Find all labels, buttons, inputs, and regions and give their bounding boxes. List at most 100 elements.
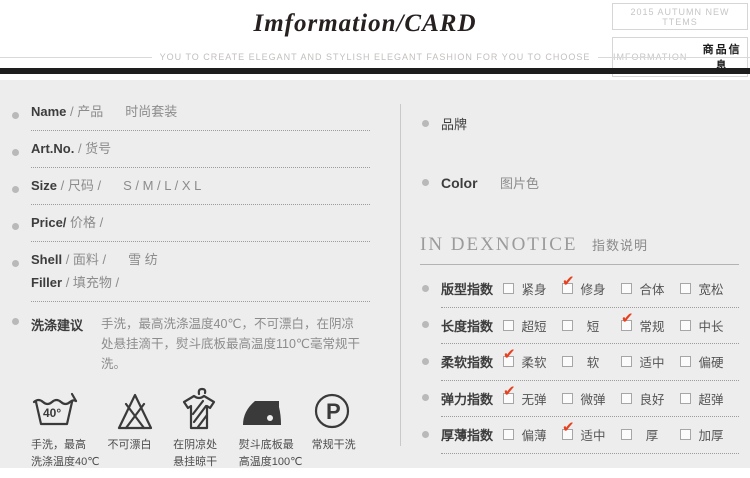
index-option-label: 合体 [635,279,669,298]
index-option[interactable]: ✔ 超短 [503,316,562,335]
index-option[interactable]: ✔ 合体 [621,279,680,298]
index-option[interactable]: ✔ 适中 [621,352,680,371]
column-divider [400,104,401,446]
iron-icon [239,389,312,431]
care-icon-col: 在阴凉处 悬挂晾干 [173,389,239,471]
index-row-softness: 柔软指数 ✔ 柔软 ✔ 软 ✔ 适中 [441,344,739,381]
index-heading-cn: 指数说明 [592,238,648,253]
index-option[interactable]: ✔ 修身 [562,279,621,298]
field-row-shell-filler: Shell / 面料 /雪 纺 Filler / 填充物 / [31,242,370,302]
handwash-caption: 手洗，最高 洗涤温度40℃ [31,437,108,471]
index-option[interactable]: ✔ 宽松 [680,279,739,298]
checkbox[interactable]: ✔ [680,429,691,440]
dry-clean-caption: 常规干洗 [312,437,370,454]
index-option[interactable]: ✔ 中长 [680,316,739,335]
check-icon: ✔ [621,311,634,326]
index-row-label: 长度指数 [441,316,503,335]
index-heading-en: IN DEXNOTICE [420,234,578,255]
index-option[interactable]: ✔ 微弹 [562,389,621,408]
checkbox[interactable]: ✔ [621,393,632,404]
bullet-dot [12,318,19,325]
bullet-dot [422,321,429,328]
checkbox[interactable]: ✔ [562,393,573,404]
badge-autumn-items: 2015 AUTUMN NEW TTEMS [612,3,748,30]
index-option-label: 良好 [635,389,669,408]
bullet-dot [422,285,429,292]
checkbox[interactable]: ✔ [562,356,573,367]
index-option[interactable]: ✔ 紧身 [503,279,562,298]
checkbox[interactable]: ✔ [621,320,632,331]
checkbox[interactable]: ✔ [621,283,632,294]
field-shell-cn: / 面料 / [62,252,106,267]
product-info-card: Imformation/CARD 2015 AUTUMN NEW TTEMS I… [0,0,750,478]
index-option-label: 中长 [694,316,728,335]
field-price-en: Price/ [31,215,66,230]
header: Imformation/CARD 2015 AUTUMN NEW TTEMS I… [0,0,750,80]
index-option[interactable]: ✔ 加厚 [680,425,739,444]
checkbox[interactable]: ✔ [562,283,573,294]
index-option-label: 偏薄 [517,425,551,444]
index-option[interactable]: ✔ 常规 [621,316,680,335]
check-icon: ✔ [562,274,575,289]
index-option-label: 常规 [635,316,669,335]
checkbox[interactable]: ✔ [562,320,573,331]
care-icons-row: 40° 手洗，最高 洗涤温度40℃ 不可漂白 [31,389,370,471]
index-row-label: 弹力指数 [441,389,503,408]
subtitle-text: YOU TO CREATE ELEGANT AND STYLISH ELEGAN… [160,52,591,62]
index-option[interactable]: ✔ 短 [562,316,621,335]
checkbox[interactable]: ✔ [503,320,514,331]
checkbox[interactable]: ✔ [621,429,632,440]
index-option[interactable]: ✔ 超弹 [680,389,739,408]
index-option[interactable]: ✔ 偏薄 [503,425,562,444]
bullet-dot [12,112,19,119]
subtitle-left-rule [0,57,152,58]
iron-caption: 熨斗底板最 高温度100℃ [239,437,312,471]
index-option[interactable]: ✔ 无弹 [503,389,562,408]
field-size-en: Size [31,178,57,193]
wash-advice-label: 洗涤建议 [31,314,101,374]
care-icon-col: 熨斗底板最 高温度100℃ [239,389,312,471]
field-row-name: Name / 产品时尚套装 [31,94,370,131]
index-option-label: 偏硬 [694,352,728,371]
bullet-dot [12,186,19,193]
checkbox[interactable]: ✔ [562,429,573,440]
checkbox[interactable]: ✔ [680,320,691,331]
checkbox[interactable]: ✔ [680,283,691,294]
brand-label: 品牌 [441,117,467,132]
checkbox[interactable]: ✔ [503,283,514,294]
checkbox[interactable]: ✔ [680,393,691,404]
index-option[interactable]: ✔ 厚 [621,425,680,444]
bullet-dot [12,149,19,156]
bullet-dot [12,260,19,267]
bullet-dot [12,223,19,230]
wash-advice-row: 洗涤建议 手洗，最高洗涤温度40℃，不可漂白，在阴凉处悬挂滴干，熨斗底板最高温度… [31,314,370,374]
field-size-value: S / M / L / X L [123,178,201,193]
field-name-en: Name [31,104,66,119]
bullet-dot [422,431,429,438]
index-option[interactable]: ✔ 适中 [562,425,621,444]
checkbox[interactable]: ✔ [680,356,691,367]
bullet-dot [422,358,429,365]
checkbox[interactable]: ✔ [621,356,632,367]
checkbox[interactable]: ✔ [503,429,514,440]
field-row-size: Size / 尺码 /S / M / L / X L [31,168,370,205]
check-icon: ✔ [503,384,516,399]
content-panel: Name / 产品时尚套装 Art.No. / 货号 Size / 尺码 /S … [0,80,750,468]
no-bleach-caption: 不可漂白 [108,437,174,454]
subtitle-row: YOU TO CREATE ELEGANT AND STYLISH ELEGAN… [0,52,750,62]
index-option[interactable]: ✔ 良好 [621,389,680,408]
index-option[interactable]: ✔ 软 [562,352,621,371]
index-option-label: 短 [576,316,610,335]
field-filler-en: Filler [31,275,62,290]
index-option-label: 柔软 [517,352,551,371]
checkbox[interactable]: ✔ [503,393,514,404]
index-option-label: 厚 [635,425,669,444]
index-notice-heading: IN DEXNOTICE 指数说明 [420,234,739,265]
checkbox[interactable]: ✔ [503,356,514,367]
index-option[interactable]: ✔ 柔软 [503,352,562,371]
wash-advice-text: 手洗，最高洗涤温度40℃，不可漂白，在阴凉处悬挂滴干，熨斗底板最高温度110℃毫… [101,314,363,374]
bullet-dot [422,120,429,127]
dry-clean-p-icon: P [312,389,370,431]
header-badges: 2015 AUTUMN NEW TTEMS IMFORMATION 商品信息 [612,3,748,77]
index-option[interactable]: ✔ 偏硬 [680,352,739,371]
